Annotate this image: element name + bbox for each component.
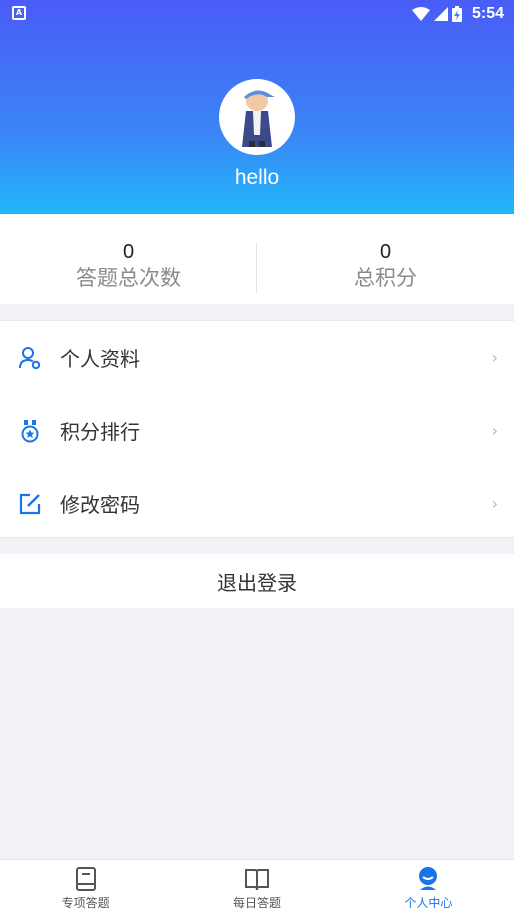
person-icon [419,867,438,890]
bottom-tab-bar: 专项答题 每日答题 个人中心 [0,859,514,914]
tab-label: 专项答题 [61,896,110,910]
menu-item-profile[interactable]: 个人资料 › [0,321,514,394]
tab-daily-quiz[interactable]: 每日答题 [171,860,342,914]
menu-item-ranking[interactable]: 积分排行 › [0,394,514,467]
signal-icon [433,7,448,21]
menu-label: 修改密码 [60,493,140,517]
tab-special-quiz[interactable]: 专项答题 [0,860,171,914]
battery-charging-icon [451,6,462,22]
settings-menu: 个人资料 › 积分排行 › 修改密码 › [0,320,514,538]
chevron-right-icon: › [491,421,498,440]
wifi-icon [411,7,430,21]
stat-value: 0 [379,241,392,263]
username: hello [234,166,280,189]
menu-label: 积分排行 [60,420,140,444]
logout-label: 退出登录 [217,570,297,595]
medal-icon [21,419,39,442]
menu-item-change-password[interactable]: 修改密码 › [0,467,514,540]
avatar[interactable] [219,79,295,155]
menu-label: 个人资料 [60,347,140,371]
logout-button[interactable]: 退出登录 [0,554,514,608]
status-time: 5:54 [471,5,504,22]
chevron-right-icon: › [491,348,498,367]
stat-label: 答题总次数 [76,266,181,290]
stat-total-points: 0 总积分 [257,240,514,292]
app-notification-icon: A [12,6,26,20]
status-bar: A 5:54 [0,0,514,28]
open-book-icon [244,869,269,891]
stat-value: 0 [122,241,135,263]
stat-total-answers: 0 答题总次数 [0,240,257,292]
avatar-illustration-icon [242,90,275,147]
edit-icon [19,493,41,514]
stat-label: 总积分 [354,266,417,290]
book-icon [75,867,96,891]
chevron-right-icon: › [491,494,498,513]
tab-label: 个人中心 [404,896,453,910]
tab-personal-center[interactable]: 个人中心 [343,860,514,914]
tab-label: 每日答题 [232,896,281,910]
user-settings-icon [19,346,41,369]
